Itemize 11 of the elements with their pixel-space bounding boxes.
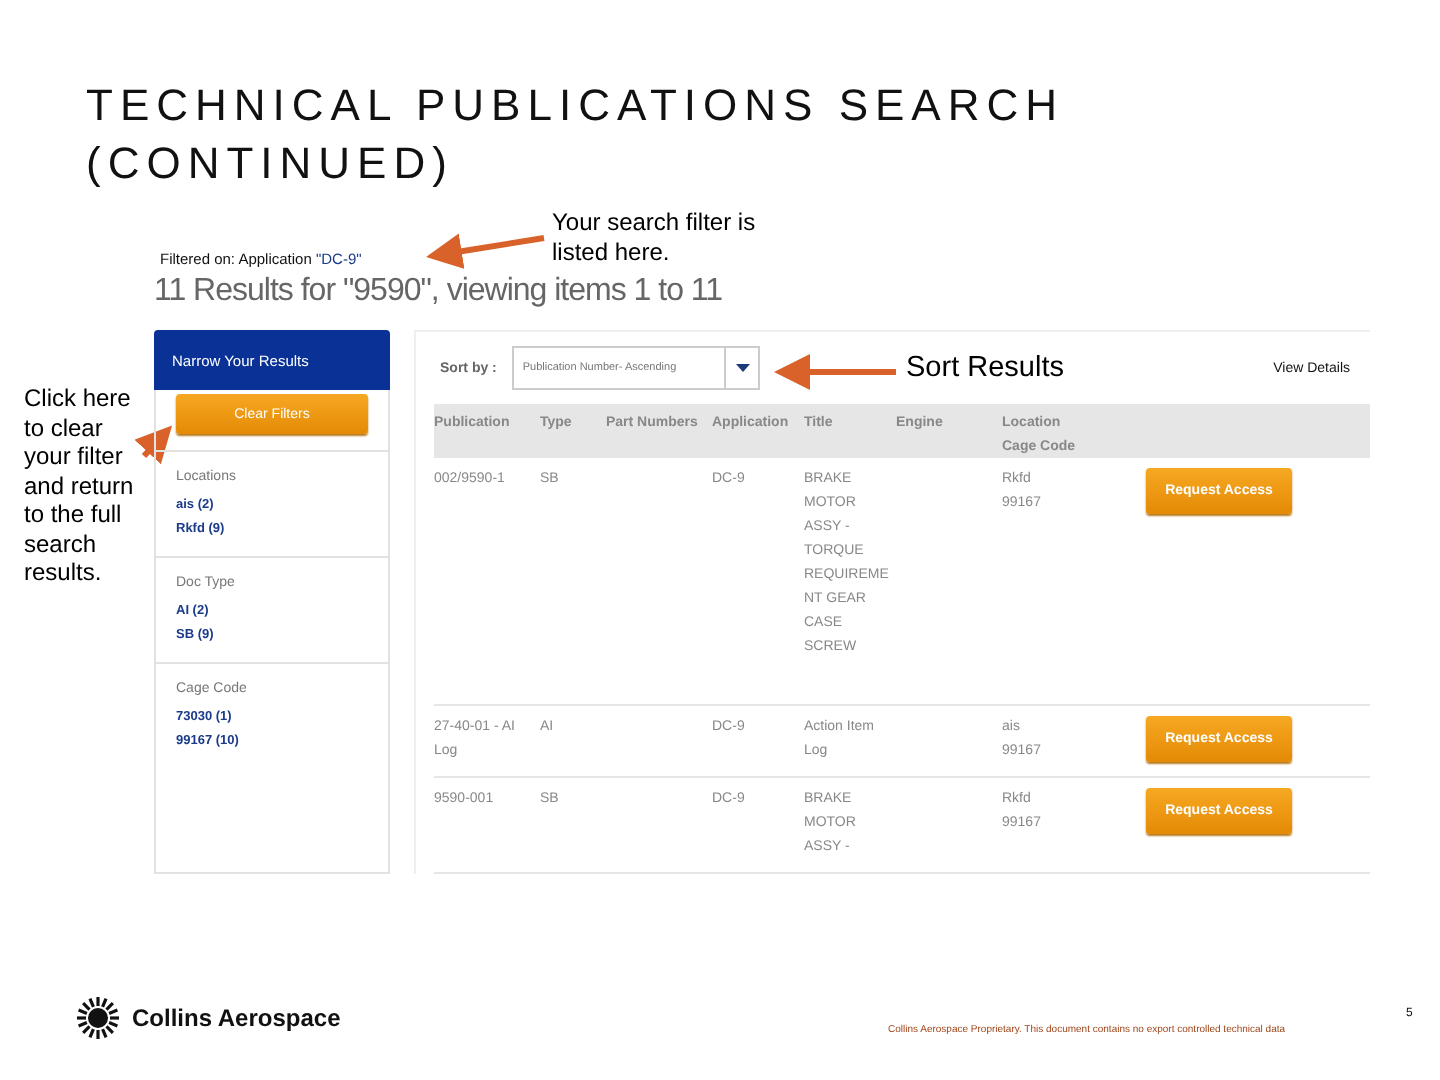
callout-text: Sort Results: [906, 354, 1064, 383]
sunburst-logo-icon: [76, 996, 120, 1040]
results-heading: 11 Results for "9590", viewing items 1 to 11: [154, 272, 725, 312]
caret-icon: [735, 363, 750, 373]
slide-title: TECHNICAL PUBLICATIONS SEARCH (CONTINUED): [86, 78, 1067, 192]
logo-text: Collins Aerospace: [132, 1004, 341, 1032]
callout-text: Your search filter is listed here.: [552, 208, 758, 266]
callout-text: Click here to clear your filter and return to the full search results.: [24, 384, 136, 587]
callout-arrow: [134, 425, 173, 465]
callout-arrow: [774, 354, 896, 390]
callout-arrow: [426, 233, 545, 269]
